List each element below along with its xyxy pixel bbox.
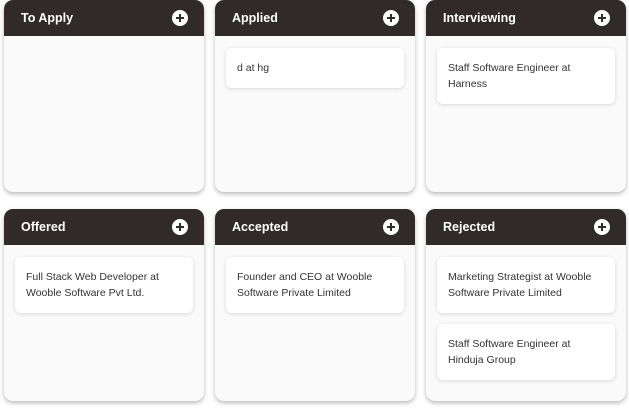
column-header: Offered xyxy=(4,209,204,245)
column-header: Applied xyxy=(215,0,415,36)
add-card-plus-icon[interactable] xyxy=(383,10,399,26)
add-card-plus-icon[interactable] xyxy=(383,219,399,235)
column-header: To Apply xyxy=(4,0,204,36)
add-card-plus-icon[interactable] xyxy=(594,219,610,235)
column-header: Accepted xyxy=(215,209,415,245)
column-title: Rejected xyxy=(443,220,496,234)
column-title: To Apply xyxy=(21,11,74,25)
column-title: Interviewing xyxy=(443,11,516,25)
job-card[interactable]: Staff Software Engineer at Harness xyxy=(437,48,615,104)
job-card[interactable]: d at hg xyxy=(226,48,404,88)
kanban-board: To Apply Applied d at hg Interviewing St… xyxy=(0,0,629,409)
job-card[interactable]: Staff Software Engineer at Hinduja Group xyxy=(437,324,615,380)
column-title: Offered xyxy=(21,220,66,234)
card-list: Founder and CEO at Wooble Software Priva… xyxy=(215,245,415,313)
column-applied: Applied d at hg xyxy=(215,0,415,192)
add-card-plus-icon[interactable] xyxy=(172,10,188,26)
column-title: Applied xyxy=(232,11,278,25)
job-card[interactable]: Full Stack Web Developer at Wooble Softw… xyxy=(15,257,193,313)
add-card-plus-icon[interactable] xyxy=(172,219,188,235)
column-accepted: Accepted Founder and CEO at Wooble Softw… xyxy=(215,209,415,401)
card-list: Full Stack Web Developer at Wooble Softw… xyxy=(4,245,204,313)
card-list: d at hg xyxy=(215,36,415,88)
card-list: Staff Software Engineer at Harness xyxy=(426,36,626,104)
job-card[interactable]: Founder and CEO at Wooble Software Priva… xyxy=(226,257,404,313)
add-card-plus-icon[interactable] xyxy=(594,10,610,26)
column-to-apply: To Apply xyxy=(4,0,204,192)
job-card[interactable]: Marketing Strategist at Wooble Software … xyxy=(437,257,615,313)
column-rejected: Rejected Marketing Strategist at Wooble … xyxy=(426,209,626,401)
column-title: Accepted xyxy=(232,220,289,234)
card-list xyxy=(4,36,204,48)
column-header: Interviewing xyxy=(426,0,626,36)
column-offered: Offered Full Stack Web Developer at Woob… xyxy=(4,209,204,401)
card-list: Marketing Strategist at Wooble Software … xyxy=(426,245,626,380)
column-interviewing: Interviewing Staff Software Engineer at … xyxy=(426,0,626,192)
column-header: Rejected xyxy=(426,209,626,245)
